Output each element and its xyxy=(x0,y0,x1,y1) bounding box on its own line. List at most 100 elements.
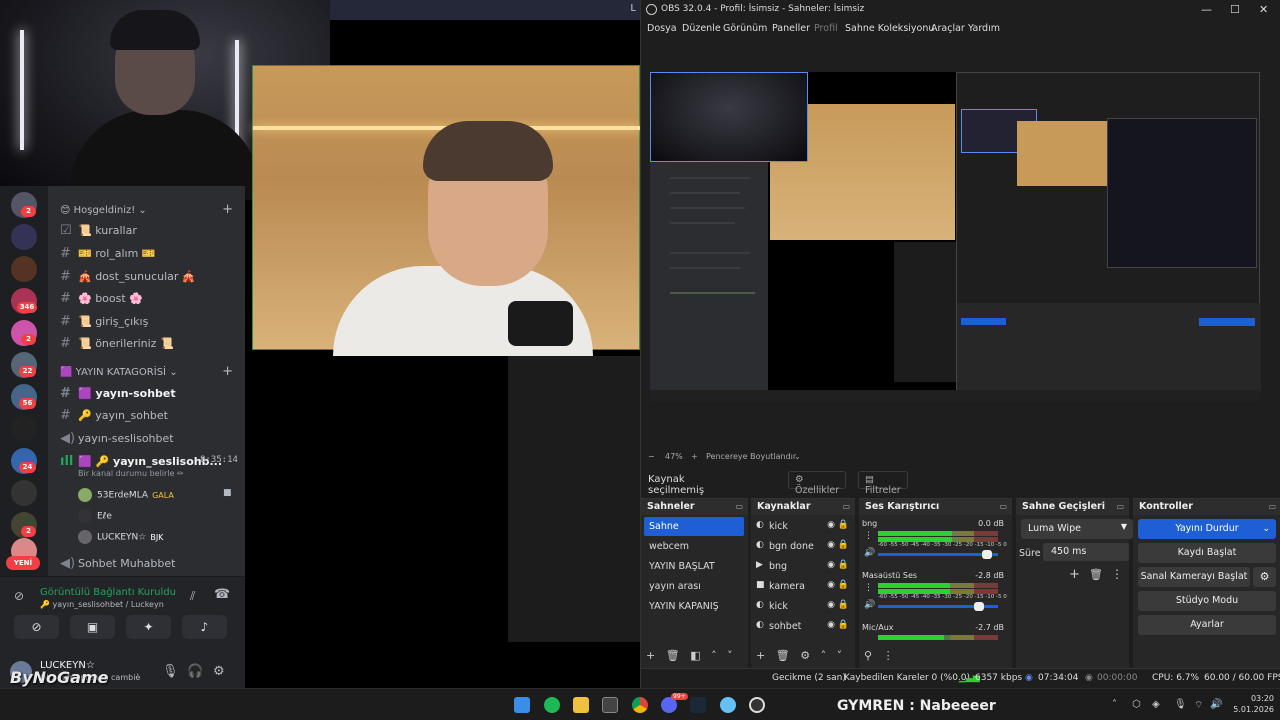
eye-icon[interactable]: ◉ 🔒 xyxy=(827,620,849,630)
filters-button[interactable]: ▤ Filtreler xyxy=(858,471,908,496)
up-icon[interactable]: ˄ xyxy=(711,649,717,662)
speaker-icon[interactable]: 🔊 xyxy=(864,548,875,558)
speaker-icon[interactable]: 🔊 xyxy=(864,600,875,610)
slider-knob[interactable] xyxy=(982,550,992,559)
menu-dots-icon[interactable]: ⋮ xyxy=(864,583,873,593)
screen-share-button[interactable]: ▣ xyxy=(70,615,115,639)
slider-knob[interactable] xyxy=(973,602,984,611)
channel-suggestions[interactable]: # 📜 önerileriniz 📜 xyxy=(60,336,174,351)
gear-icon[interactable]: ⚙ xyxy=(213,664,225,679)
scene-item[interactable]: YAYIN BAŞLAT xyxy=(644,557,744,576)
volume-icon[interactable]: 🔊 xyxy=(1210,699,1222,710)
source-item[interactable]: ◐ sohbet ◉ 🔒 xyxy=(754,617,849,636)
close-icon[interactable]: ✕ xyxy=(1259,3,1268,16)
menu-dots-icon[interactable]: ⋮ xyxy=(883,649,894,662)
down-icon[interactable]: ˅ xyxy=(727,649,733,662)
store-icon[interactable] xyxy=(602,697,618,713)
trash-icon[interactable]: 🗑 xyxy=(776,649,790,662)
category-stream[interactable]: 🟪 YAYIN KATAGORİSİ ⌄ xyxy=(60,367,178,378)
start-icon[interactable] xyxy=(514,697,530,713)
channel-role[interactable]: # 🎫 rol_alım 🎫 xyxy=(60,246,156,261)
channel-stream-chat[interactable]: # 🟪 yayın-sohbet xyxy=(60,386,176,401)
properties-button[interactable]: ⚙ Özellikler xyxy=(788,471,847,496)
menu-tools[interactable]: Araçlar xyxy=(931,23,965,34)
voice-member[interactable]: Eℓe xyxy=(78,509,112,523)
source-item[interactable]: ◐ bgn done ◉ 🔒 xyxy=(754,537,849,556)
duration-input[interactable]: 450 ms xyxy=(1043,543,1129,561)
start-recording-button[interactable]: Kaydı Başlat xyxy=(1138,543,1276,563)
transition-select[interactable]: Luma Wipe ▼ xyxy=(1021,519,1133,539)
disconnect-icon[interactable]: ☎ xyxy=(214,587,230,602)
obs-taskbar-icon[interactable] xyxy=(749,697,765,713)
channel-friends[interactable]: # 🎪 dost_sunucular 🎪 xyxy=(60,269,196,284)
start-virtual-camera-button[interactable]: Sanal Kamerayı Başlat xyxy=(1138,567,1250,587)
menu-profile[interactable]: Profil xyxy=(814,23,838,34)
channel-join-leave[interactable]: # 📜 giriş_çıkış xyxy=(60,314,148,329)
server-icon[interactable] xyxy=(11,224,37,250)
menu-dots-icon[interactable]: ⋮ xyxy=(864,531,873,541)
down-icon[interactable]: ˅ xyxy=(837,649,843,662)
menu-dots-icon[interactable]: ⋮ xyxy=(1111,567,1123,581)
minimize-icon[interactable]: — xyxy=(1201,3,1212,16)
headphones-icon[interactable]: 🎧 xyxy=(187,664,203,679)
tray-steam-icon[interactable]: ◈ xyxy=(1152,699,1160,710)
chrome-icon[interactable] xyxy=(632,697,648,713)
gear-icon[interactable]: ⚙ xyxy=(800,649,810,662)
filter-icon[interactable]: ◧ xyxy=(690,649,700,662)
tray-app-icon[interactable]: ⬡ xyxy=(1132,699,1141,710)
up-icon[interactable]: ˄ xyxy=(821,649,827,662)
settings-button[interactable]: Ayarlar xyxy=(1138,615,1276,635)
camera-off-button[interactable]: ⊘ xyxy=(14,615,59,639)
system-clock[interactable]: 03:20 5.01.2026 xyxy=(1224,693,1274,715)
menu-edit[interactable]: Düzenle xyxy=(682,23,721,34)
noise-suppression-icon[interactable]: ⫽ xyxy=(190,589,195,604)
menu-help[interactable]: Yardım xyxy=(968,23,1000,34)
soundboard-button[interactable]: ♪ xyxy=(182,615,227,639)
studio-mode-button[interactable]: Stüdyo Modu xyxy=(1138,591,1276,611)
wifi-icon[interactable]: ⌔ xyxy=(1194,699,1203,712)
server-icon[interactable] xyxy=(11,416,37,442)
add-channel-icon[interactable]: + xyxy=(222,202,233,217)
spotify-icon[interactable] xyxy=(544,697,560,713)
eye-icon[interactable]: ◉ 🔒 xyxy=(827,600,849,610)
add-icon[interactable]: + xyxy=(756,649,765,662)
undock-icon[interactable]: ▭ xyxy=(1268,502,1276,511)
connection-channel[interactable]: 🔑 yayın_seslisohbet / Luckeyn xyxy=(40,600,164,609)
stop-streaming-button[interactable]: Yayını Durdur ⌄ xyxy=(1138,519,1276,539)
virtual-camera-settings-icon[interactable]: ⚙ xyxy=(1253,567,1276,587)
trash-icon[interactable]: 🗑 xyxy=(666,649,680,662)
menu-view[interactable]: Görünüm xyxy=(723,23,767,34)
microphone-icon[interactable]: 🎙 xyxy=(162,664,179,679)
menu-file[interactable]: Dosya xyxy=(647,23,677,34)
volume-slider[interactable] xyxy=(878,602,998,611)
scene-item[interactable]: yayın arası xyxy=(644,577,744,596)
scene-item[interactable]: webcem xyxy=(644,537,744,556)
fit-to-window[interactable]: Pencereye Boyutlandır xyxy=(706,452,796,461)
voice-status[interactable]: Bir kanal durumu belirle ✏ xyxy=(78,469,184,478)
server-icon[interactable] xyxy=(11,256,37,282)
channel-boost[interactable]: # 🌸 boost 🌸 xyxy=(60,291,143,306)
chevron-up-icon[interactable]: ˄ xyxy=(1112,699,1117,710)
source-item[interactable]: ◐ kick ◉ 🔒 xyxy=(754,597,849,616)
maximize-icon[interactable]: ☐ xyxy=(1230,3,1240,16)
link-icon[interactable]: ⚲ xyxy=(864,649,872,662)
obs-preview-canvas[interactable] xyxy=(650,72,1261,402)
channel-voice[interactable]: ◀) yayın-seslisohbet xyxy=(60,431,174,446)
eye-icon[interactable]: ◉ 🔒 xyxy=(827,540,849,550)
category-welcome[interactable]: 😊 Hoşgeldiniz! ⌄ xyxy=(60,205,147,216)
source-item[interactable]: ▶ bng ◉ 🔒 xyxy=(754,557,849,576)
file-explorer-icon[interactable] xyxy=(573,697,589,713)
add-icon[interactable]: + xyxy=(1069,567,1080,582)
channel-rules[interactable]: ☑ 📜 kurallar xyxy=(60,223,137,238)
app-icon[interactable] xyxy=(720,697,736,713)
activities-button[interactable]: ✦ xyxy=(126,615,171,639)
channel-chat-muhabbet[interactable]: ◀) Sohbet Muhabbet xyxy=(60,556,175,571)
volume-slider[interactable] xyxy=(878,550,998,559)
undock-icon[interactable]: ▭ xyxy=(842,502,850,511)
trash-icon[interactable]: 🗑 xyxy=(1089,568,1103,581)
add-icon[interactable]: + xyxy=(646,649,655,662)
eye-icon[interactable]: ◉ 🔒 xyxy=(827,520,849,530)
server-icon[interactable] xyxy=(11,480,37,506)
zoom-out-icon[interactable]: − xyxy=(648,452,655,461)
menu-docks[interactable]: Paneller xyxy=(772,23,810,34)
